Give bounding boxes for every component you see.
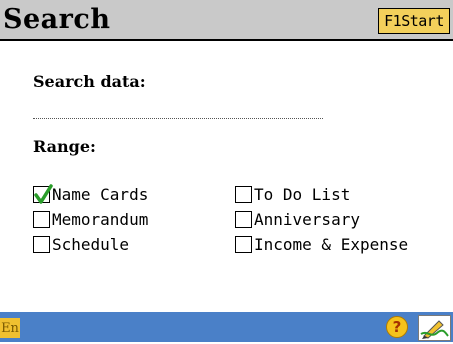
title-bar: Search F1Start (0, 0, 453, 41)
page-title: Search (3, 4, 111, 35)
schedule-checkbox[interactable] (33, 235, 50, 253)
checkmark-icon (34, 183, 53, 204)
income-expense-label: Income & Expense (254, 234, 409, 254)
search-data-label: Search data: (33, 72, 146, 91)
name-cards-checkbox[interactable] (33, 183, 53, 204)
range-option-schedule[interactable]: Schedule (33, 233, 129, 255)
memorandum-checkbox[interactable] (33, 210, 50, 228)
range-option-name-cards[interactable]: Name Cards (33, 183, 148, 205)
schedule-label: Schedule (52, 234, 130, 254)
name-cards-label: Name Cards (52, 184, 149, 204)
anniversary-checkbox[interactable] (235, 210, 252, 228)
range-option-memorandum[interactable]: Memorandum (33, 208, 148, 230)
anniversary-label: Anniversary (254, 209, 360, 229)
input-language-indicator[interactable]: En (0, 318, 20, 338)
to-do-list-label: To Do List (254, 184, 351, 204)
question-mark-icon[interactable]: ? (386, 316, 408, 338)
f1-start-button[interactable]: F1Start (378, 8, 450, 34)
range-option-income-expense[interactable]: Income & Expense (235, 233, 408, 255)
range-option-anniversary[interactable]: Anniversary (235, 208, 360, 230)
range-option-to-do-list[interactable]: To Do List (235, 183, 350, 205)
range-label: Range: (33, 137, 96, 156)
pen-icon[interactable] (418, 315, 451, 341)
to-do-list-checkbox[interactable] (235, 185, 252, 203)
status-bar: En ? (0, 312, 453, 342)
income-expense-checkbox[interactable] (235, 235, 252, 253)
search-data-input[interactable] (33, 118, 323, 119)
memorandum-label: Memorandum (52, 209, 149, 229)
